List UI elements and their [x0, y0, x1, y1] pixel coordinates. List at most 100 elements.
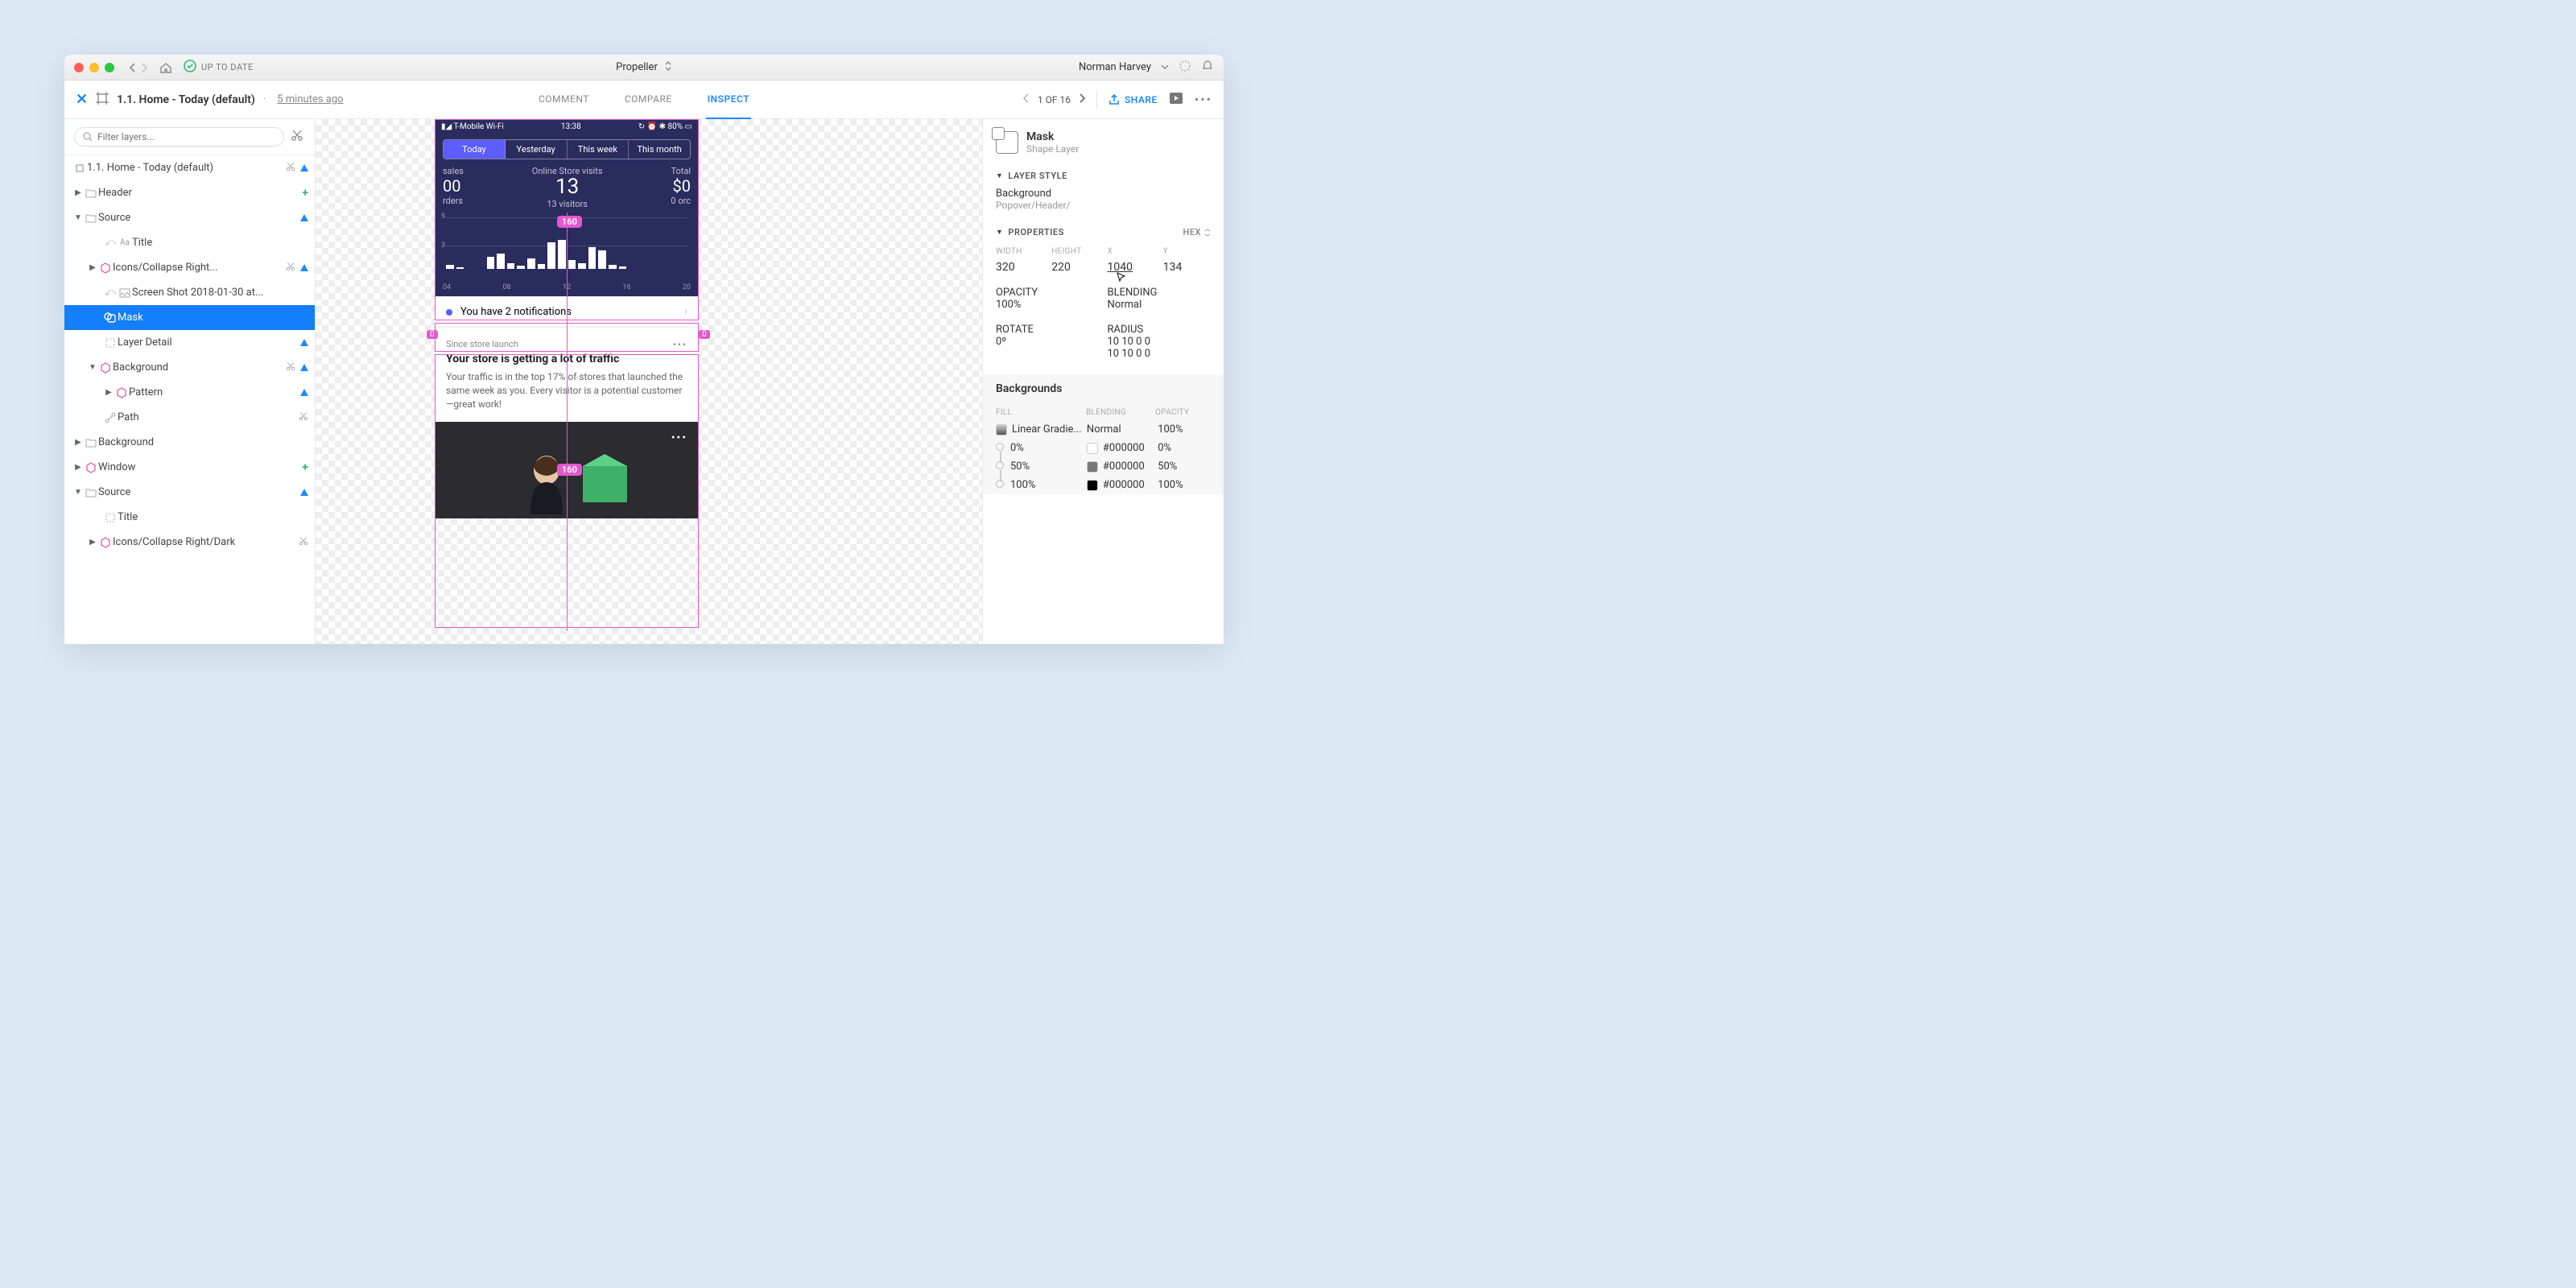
layer-label: Background: [113, 361, 286, 374]
present-button[interactable]: [1169, 92, 1183, 107]
slice-icon[interactable]: [286, 162, 295, 175]
layer-header-folder[interactable]: ▶ Header +: [64, 180, 315, 205]
layer-source2-folder[interactable]: ▼ Source: [64, 480, 315, 505]
zoom-window-button[interactable]: [105, 63, 114, 72]
bell-icon[interactable]: [1201, 60, 1214, 76]
fill-row[interactable]: Linear Gradie... Normal 100%: [983, 420, 1224, 439]
symbol-icon: [98, 262, 113, 274]
status-battery: ↻ ⏰ ✱ 80% ▭: [638, 122, 692, 131]
layer-screenshot-image[interactable]: ⤺ Screen Shot 2018-01-30 at...: [64, 280, 315, 305]
layer-source-folder[interactable]: ▼ Source: [64, 205, 315, 230]
layer-window-symbol[interactable]: ▶ Window +: [64, 455, 315, 480]
pager-prev-button[interactable]: [1023, 93, 1030, 105]
titlebar: UP TO DATE Propeller Norman Harvey: [64, 55, 1224, 80]
status-carrier: ▮◢ T-Mobile Wi-Fi: [441, 122, 504, 131]
color-format-selector[interactable]: HEX: [1183, 227, 1211, 237]
x-tick: 04: [443, 283, 451, 291]
x-tick: 16: [622, 283, 630, 291]
prop-opacity[interactable]: 100%: [996, 299, 1100, 311]
prop-x[interactable]: 1040: [1108, 261, 1155, 274]
screen-timestamp[interactable]: 5 minutes ago: [277, 93, 343, 105]
notif-text: You have 2 notifications: [460, 306, 676, 318]
metric-sub: rders: [443, 196, 464, 206]
prop-width[interactable]: 320: [996, 261, 1043, 274]
status-clock: 13:38: [561, 122, 581, 131]
tab-comment[interactable]: COMMENT: [537, 80, 591, 119]
diff-indicator-icon: [300, 264, 308, 271]
slice-icon[interactable]: [286, 262, 295, 275]
gradient-stop-row[interactable]: 50% #000000 50%: [983, 457, 1224, 476]
seg-yesterday[interactable]: Yesterday: [506, 140, 568, 159]
text-icon: Aa: [118, 238, 132, 247]
tab-compare[interactable]: COMPARE: [623, 80, 674, 119]
screen-title: 1.1. Home - Today (default): [117, 93, 255, 106]
slice-icon[interactable]: [291, 129, 305, 145]
layer-pattern-symbol[interactable]: ▶ Pattern: [64, 380, 315, 405]
measurement-zero: 0: [427, 330, 438, 339]
minimize-window-button[interactable]: [89, 63, 99, 72]
pager-next-button[interactable]: [1079, 93, 1085, 105]
section-heading: Backgrounds: [983, 374, 1224, 403]
stop-pct: 50%: [1010, 460, 1030, 473]
stop-opacity: 100%: [1158, 479, 1211, 491]
filter-layers-input[interactable]: [74, 127, 284, 147]
folder-icon: [84, 438, 98, 448]
layer-title2[interactable]: Title: [64, 505, 315, 530]
layer-layer-detail[interactable]: Layer Detail: [64, 330, 315, 355]
added-indicator-icon: +: [302, 187, 308, 200]
share-button[interactable]: SHARE: [1108, 94, 1158, 105]
seg-this-week[interactable]: This week: [568, 140, 630, 159]
close-window-button[interactable]: [74, 63, 84, 72]
prop-height[interactable]: 220: [1051, 261, 1099, 274]
help-icon[interactable]: [1179, 60, 1191, 76]
prop-blending[interactable]: Normal: [1108, 299, 1212, 311]
layer-mask[interactable]: Mask: [64, 305, 315, 330]
section-heading[interactable]: PROPERTIES: [1008, 227, 1063, 237]
prop-rotate[interactable]: 0º: [996, 336, 1100, 348]
date-segmented-control[interactable]: Today Yesterday This week This month: [443, 139, 691, 159]
layer-background-folder[interactable]: ▶ Background: [64, 430, 315, 455]
gradient-stop-row[interactable]: 100% #000000 100%: [983, 476, 1224, 494]
layer-icons-collapse2[interactable]: ▶ Icons/Collapse Right/Dark: [64, 530, 315, 555]
prop-label: WIDTH: [996, 247, 1043, 256]
prop-y[interactable]: 134: [1163, 261, 1211, 274]
user-name[interactable]: Norman Harvey: [1079, 61, 1151, 73]
canvas[interactable]: ▮◢ T-Mobile Wi-Fi 13:38 ↻ ⏰ ✱ 80% ▭ Toda…: [316, 119, 982, 644]
gradient-stop-row[interactable]: 0% #000000 0%: [983, 439, 1224, 457]
slice-icon[interactable]: [299, 411, 308, 424]
slice-icon[interactable]: [299, 536, 308, 549]
close-screen-button[interactable]: ✕: [76, 91, 88, 108]
app-window: UP TO DATE Propeller Norman Harvey ✕ 1.1…: [64, 55, 1224, 644]
card-more-icon[interactable]: •••: [673, 339, 687, 350]
layer-path[interactable]: Path: [64, 405, 315, 430]
more-menu-button[interactable]: •••: [1195, 92, 1212, 107]
layer-artboard-root[interactable]: 1.1. Home - Today (default): [64, 155, 315, 180]
nav-forward-button[interactable]: [140, 62, 148, 73]
layer-label: Path: [118, 411, 299, 423]
slice-icon[interactable]: [286, 361, 295, 374]
home-button[interactable]: [159, 62, 172, 73]
measurement-zero: 0: [699, 330, 710, 339]
user-menu-chevron-icon[interactable]: [1161, 61, 1169, 73]
seg-this-month[interactable]: This month: [629, 140, 690, 159]
layer-icons-collapse[interactable]: ▶ Icons/Collapse Right...: [64, 255, 315, 280]
prop-label: X: [1108, 247, 1155, 256]
filter-input-field[interactable]: [97, 131, 275, 142]
layer-label: Source: [98, 212, 300, 224]
layers-panel: 1.1. Home - Today (default) ▶ Header + ▼…: [64, 119, 316, 644]
seg-today[interactable]: Today: [444, 140, 506, 159]
card-more-icon[interactable]: •••: [671, 431, 687, 444]
layer-title-text[interactable]: ⤺ Aa Title: [64, 230, 315, 255]
fill-opacity: 100%: [1158, 423, 1211, 436]
inspector-panel: Mask Shape Layer ▼LAYER STYLE Background…: [982, 119, 1224, 644]
project-name[interactable]: Propeller: [616, 61, 658, 73]
prop-radius-new[interactable]: 10 10 0 0: [1108, 348, 1212, 360]
project-switcher-icon[interactable]: [664, 60, 672, 75]
metric-value: $0: [671, 176, 691, 196]
swatch-icon: [1087, 480, 1098, 491]
section-heading[interactable]: LAYER STYLE: [1008, 171, 1067, 181]
artboard-icon: [96, 92, 109, 108]
layer-background-symbol[interactable]: ▼ Background: [64, 355, 315, 380]
nav-back-button[interactable]: [129, 62, 137, 73]
tab-inspect[interactable]: INSPECT: [706, 80, 751, 119]
